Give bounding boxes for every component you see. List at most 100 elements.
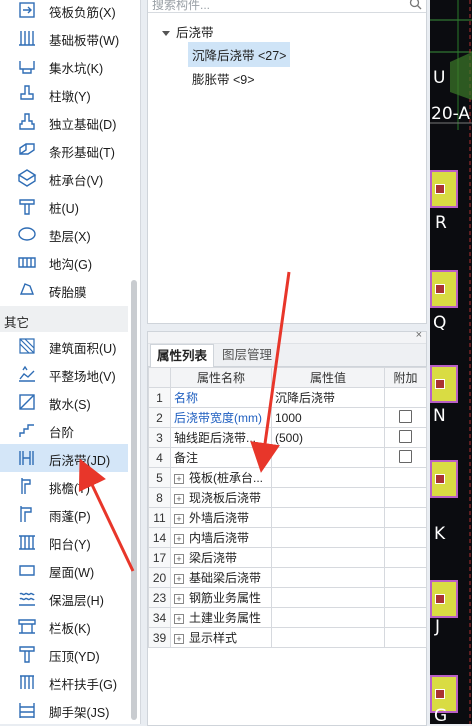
expand-plus-icon[interactable]: + [174, 473, 184, 484]
table-row[interactable]: 3 轴线距后浇带... (500) [148, 427, 427, 448]
post-cast-strip-mark[interactable] [430, 580, 458, 618]
nav-item-canopy[interactable]: 雨蓬(P) [0, 500, 128, 528]
nav-item-column-pier[interactable]: 柱墩(Y) [0, 80, 128, 108]
search-input[interactable]: 搜索构件... [152, 0, 210, 13]
property-value[interactable] [271, 627, 385, 648]
tree-node-expansion-strip[interactable]: 膨胀带 <9> [188, 66, 259, 91]
property-value[interactable] [271, 467, 385, 488]
nav-item-raft-rebar[interactable]: 筏板负筋(X) [0, 0, 128, 24]
table-row[interactable]: 20 + 基础梁后浇带 [148, 567, 427, 588]
nav-item-roof[interactable]: 屋面(W) [0, 556, 128, 584]
nav-item-label: 独立基础(D) [49, 118, 117, 132]
expand-plus-icon[interactable]: + [174, 513, 184, 524]
tree-node-settlement-strip[interactable]: 沉降后浇带 <27> [188, 42, 291, 67]
table-row[interactable]: 2 后浇带宽度(mm) 1000 [148, 407, 427, 428]
search-bar[interactable]: 搜索构件... [148, 0, 426, 13]
collapse-triangle-icon[interactable] [162, 31, 170, 37]
nav-item-parapet[interactable]: 栏板(K) [0, 612, 128, 640]
table-row[interactable]: 39 + 显示样式 [148, 627, 427, 648]
table-row[interactable]: 1 名称 沉降后浇带 [148, 387, 427, 408]
table-row[interactable]: 11 + 外墙后浇带 [148, 507, 427, 528]
property-value[interactable] [271, 567, 385, 588]
group-header-other[interactable]: 其它 [0, 306, 128, 332]
property-value[interactable] [271, 547, 385, 568]
nav-scrollbar[interactable] [131, 280, 137, 720]
property-value[interactable] [271, 487, 385, 508]
search-icon[interactable] [409, 0, 422, 10]
extra-checkbox[interactable] [399, 449, 412, 463]
property-table: 属性名称 属性值 附加 1 名称 沉降后浇带 2 后浇带宽度(mm) 1000 3 轴线距后浇… [148, 367, 427, 648]
expand-plus-icon[interactable]: + [174, 493, 184, 504]
drawing-canvas[interactable]: U 20-A R Q N K J G [430, 0, 472, 724]
tab-layer-manager[interactable]: 图层管理 [216, 344, 278, 366]
nav-item-balcony[interactable]: 阳台(Y) [0, 528, 128, 556]
table-row[interactable]: 8 + 现浇板后浇带 [148, 487, 427, 508]
post-cast-strip-mark[interactable] [430, 270, 458, 308]
extra-cell [384, 387, 427, 408]
extra-checkbox[interactable] [399, 429, 412, 443]
nav-item-label: 垫层(X) [49, 230, 91, 244]
table-row[interactable]: 17 + 梁后浇带 [148, 547, 427, 568]
nav-item-cushion[interactable]: 垫层(X) [0, 220, 128, 248]
nav-item-scaffold[interactable]: 脚手架(JS) [0, 696, 128, 724]
expand-plus-icon[interactable]: + [174, 533, 184, 544]
coping-icon [17, 644, 37, 664]
property-value[interactable] [271, 587, 385, 608]
post-cast-strip-mark[interactable] [430, 365, 458, 403]
component-tree-panel: 搜索构件... 后浇带 沉降后浇带 <27> 膨胀带 <9> [147, 0, 427, 324]
nav-item-cornice[interactable]: 挑檐(T) [0, 472, 128, 500]
nav-item-brick-mold[interactable]: 砖胎膜 [0, 276, 128, 304]
property-value[interactable] [271, 447, 385, 468]
post-cast-strip-icon [17, 448, 37, 468]
property-value[interactable] [271, 507, 385, 528]
nav-item-steps[interactable]: 台阶 [0, 416, 128, 444]
nav-item-foundation-strip[interactable]: 基础板带(W) [0, 24, 128, 52]
row-number: 4 [148, 447, 171, 468]
expand-plus-icon[interactable]: + [174, 593, 184, 604]
table-row[interactable]: 4 备注 [148, 447, 427, 468]
nav-item-site-leveling[interactable]: 平整场地(V) [0, 360, 128, 388]
nav-item-pile[interactable]: 桩(U) [0, 192, 128, 220]
property-value[interactable]: (500) [271, 427, 385, 448]
nav-item-trench[interactable]: 地沟(G) [0, 248, 128, 276]
property-name: + 梁后浇带 [170, 547, 272, 568]
nav-item-insulation[interactable]: 保温层(H) [0, 584, 128, 612]
expand-plus-icon[interactable]: + [174, 573, 184, 584]
nav-item-isolated-footing[interactable]: 独立基础(D) [0, 108, 128, 136]
table-row[interactable]: 14 + 内墙后浇带 [148, 527, 427, 548]
isolated-footing-icon [17, 112, 37, 132]
component-nav: 筏板负筋(X) 基础板带(W) 集水坑(K) 柱墩(Y) 独立基础(D) 条形基础(T) 桩… [0, 0, 141, 724]
close-icon[interactable]: × [416, 329, 422, 341]
table-row[interactable]: 5 + 筏板(桩承台... [148, 467, 427, 488]
expand-plus-icon[interactable]: + [174, 633, 184, 644]
property-value[interactable] [271, 607, 385, 628]
nav-item-label: 压顶(YD) [49, 650, 100, 664]
post-cast-strip-mark[interactable] [430, 460, 458, 498]
tree-root-node[interactable]: 后浇带 [162, 22, 214, 41]
nav-item-label: 条形基础(T) [49, 146, 115, 160]
nav-item-building-area[interactable]: 建筑面积(U) [0, 332, 128, 360]
nav-item-pile-cap[interactable]: 桩承台(V) [0, 164, 128, 192]
property-value[interactable] [271, 527, 385, 548]
table-row[interactable]: 23 + 钢筋业务属性 [148, 587, 427, 608]
nav-item-apron[interactable]: 散水(S) [0, 388, 128, 416]
expand-plus-icon[interactable]: + [174, 553, 184, 564]
tab-property-list[interactable]: 属性列表 [150, 344, 215, 368]
extra-cell [384, 527, 427, 548]
nav-item-strip-footing[interactable]: 条形基础(T) [0, 136, 128, 164]
property-name: + 基础梁后浇带 [170, 567, 272, 588]
extra-checkbox[interactable] [399, 409, 412, 423]
property-value[interactable]: 1000 [271, 407, 385, 428]
property-value[interactable]: 沉降后浇带 [271, 387, 385, 408]
nav-item-coping[interactable]: 压顶(YD) [0, 640, 128, 668]
nav-item-sump-pit[interactable]: 集水坑(K) [0, 52, 128, 80]
property-name: + 显示样式 [170, 627, 272, 648]
nav-item-label: 桩(U) [49, 202, 79, 216]
nav-item-post-cast-strip[interactable]: 后浇带(JD) [0, 444, 128, 472]
post-cast-strip-mark[interactable] [430, 170, 458, 208]
table-row[interactable]: 34 + 土建业务属性 [148, 607, 427, 628]
property-name: + 筏板(桩承台... [170, 467, 272, 488]
expand-plus-icon[interactable]: + [174, 613, 184, 624]
raft-rebar-icon [17, 0, 37, 20]
nav-item-railing[interactable]: 栏杆扶手(G) [0, 668, 128, 696]
